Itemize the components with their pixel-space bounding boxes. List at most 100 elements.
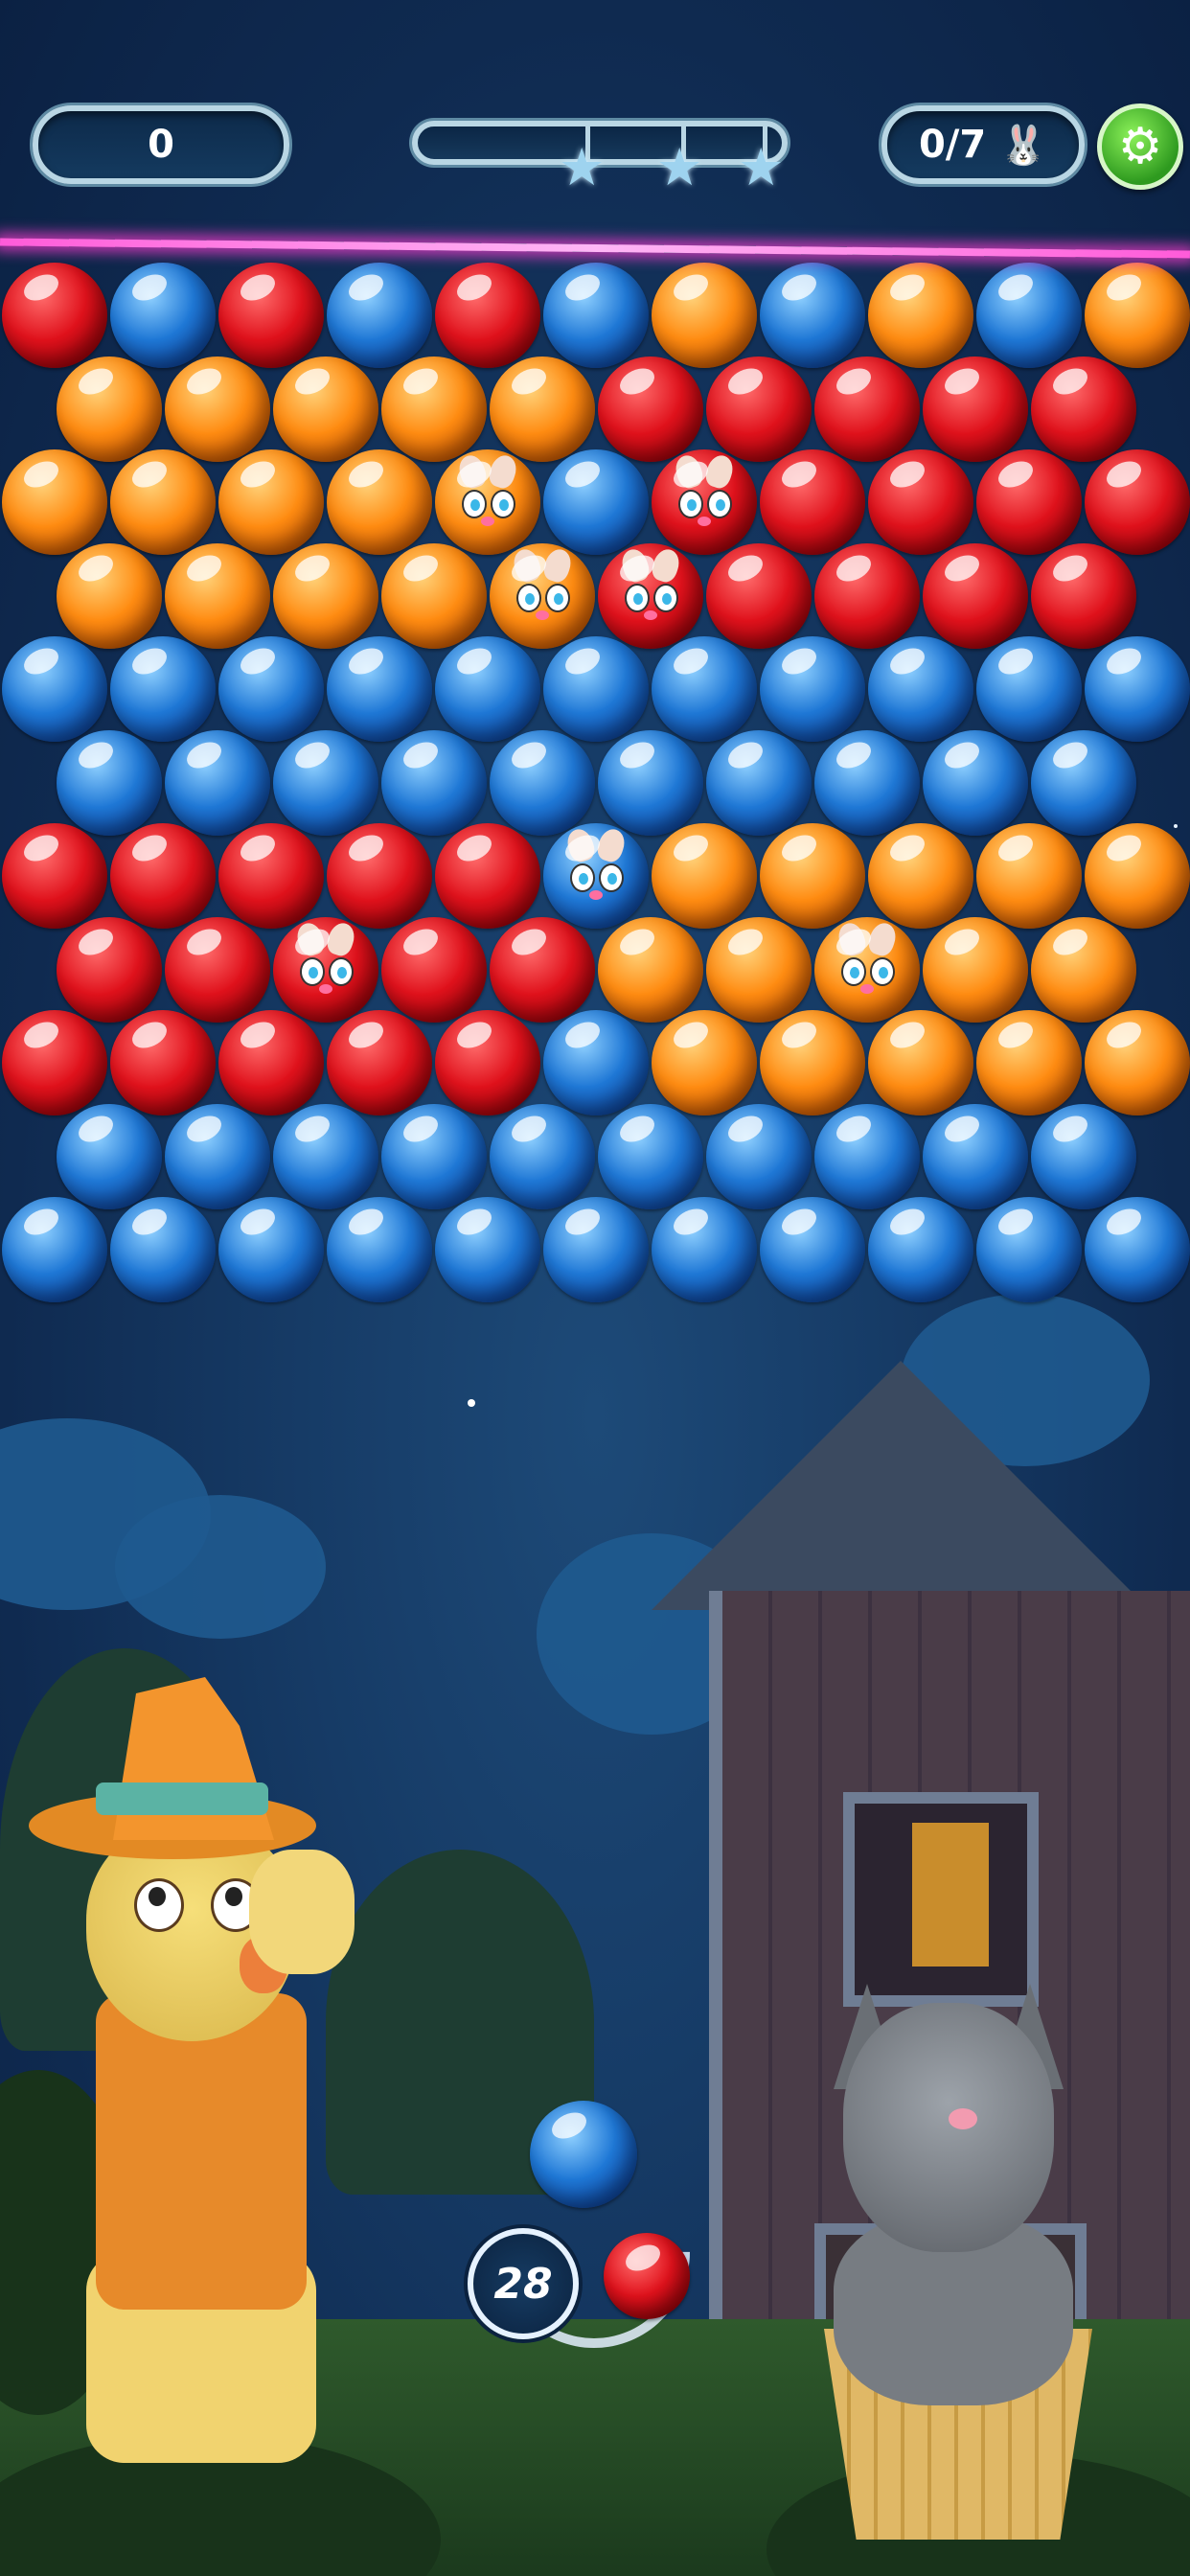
game-stage[interactable]: 0 ★ ★ ★ 0/7 🐰 ⚙ 28 [0,0,1190,2576]
rabbit-goal-counter: 0/7 🐰 [881,105,1085,184]
blue-bubble [922,729,1028,836]
orange-bubble [272,356,378,462]
blue-bubble [1030,729,1136,836]
orange-bubble [868,263,973,368]
blue-bubble [705,1103,812,1209]
next-bubble-swap[interactable] [604,2233,690,2319]
dog-head [843,2003,1054,2252]
rabbit-critter [563,825,629,908]
red-bubble [380,916,487,1023]
blue-bubble [868,1197,973,1302]
blue-bubble [543,1010,649,1116]
red-bubble [164,916,270,1023]
rabbit-critter [617,545,683,628]
red-bubble [489,916,595,1023]
red-bubble [597,356,703,462]
red-bubble [1030,542,1136,649]
orange-bubble [652,1010,757,1116]
orange-bubble [164,542,270,649]
scarecrow-character [29,1677,431,2501]
red-bubble [813,542,920,649]
red-bubble [2,1010,107,1116]
red-bubble [110,823,216,929]
orange-bubble [652,263,757,368]
blue-bubble [543,263,649,368]
red-bubble [327,1010,432,1116]
goal-counter-value: 0/7 [918,123,987,167]
red-bubble [868,449,973,555]
blue-bubble [1030,1103,1136,1209]
red-bubble [2,263,107,368]
orange-bubble [110,449,216,555]
blue-bubble [976,1197,1082,1302]
red-bubble [2,823,107,929]
red-bubble [1085,449,1190,555]
rabbit-critter [834,919,900,1001]
blue-bubble [164,1103,270,1209]
orange-bubble [1030,916,1136,1023]
orange-bubble [164,356,270,462]
orange-bubble [218,449,324,555]
red-bubble [435,823,540,929]
rabbit-icon: 🐰 [999,123,1048,168]
blue-bubble [435,636,540,742]
cloud [115,1495,326,1639]
orange-bubble [868,1010,973,1116]
star-icon: ★ [738,137,785,197]
red-bubble [1030,356,1136,462]
rabbit-critter [292,919,358,1001]
blue-bubble [597,1103,703,1209]
orange-bubble [56,356,162,462]
dog-nose [949,2108,977,2129]
blue-bubble [489,1103,595,1209]
blue-bubble [218,636,324,742]
blue-bubble [976,263,1082,368]
settings-button[interactable]: ⚙ [1097,104,1183,190]
trapped-critter-bubble [435,449,540,555]
barn-roof [652,1361,1150,1610]
rabbit-critter [509,545,575,628]
blue-bubble [327,1197,432,1302]
blue-bubble [435,1197,540,1302]
trapped-critter-bubble [813,916,920,1023]
orange-bubble [489,356,595,462]
blue-bubble [760,636,865,742]
orange-bubble [1085,1010,1190,1116]
blue-bubble [272,729,378,836]
orange-bubble [1085,263,1190,368]
trapped-critter-bubble [489,542,595,649]
scarecrow-arm [249,1850,355,1974]
current-bubble[interactable] [530,2101,637,2208]
trapped-critter-bubble [543,823,649,929]
red-bubble [922,542,1028,649]
blue-bubble [652,636,757,742]
blue-bubble [380,729,487,836]
red-bubble [435,1010,540,1116]
trapped-critter-bubble [272,916,378,1023]
blue-bubble [1085,1197,1190,1302]
blue-bubble [110,1197,216,1302]
red-bubble [922,356,1028,462]
red-bubble [327,823,432,929]
blue-bubble [489,729,595,836]
blue-bubble [2,636,107,742]
blue-bubble [760,263,865,368]
scarecrow-eye [134,1878,184,1932]
star-dot [1174,824,1178,828]
blue-bubble [2,1197,107,1302]
blue-bubble [976,636,1082,742]
orange-bubble [868,823,973,929]
star-icon: ★ [656,137,703,197]
orange-bubble [380,356,487,462]
blue-bubble [272,1103,378,1209]
rabbit-critter [455,451,520,534]
dog-character [814,1984,1102,2540]
blue-bubble [813,1103,920,1209]
red-bubble [110,1010,216,1116]
red-bubble [218,263,324,368]
orange-bubble [2,449,107,555]
red-bubble [56,916,162,1023]
orange-bubble [760,823,865,929]
score-value: 0 [148,123,174,167]
red-bubble [705,542,812,649]
